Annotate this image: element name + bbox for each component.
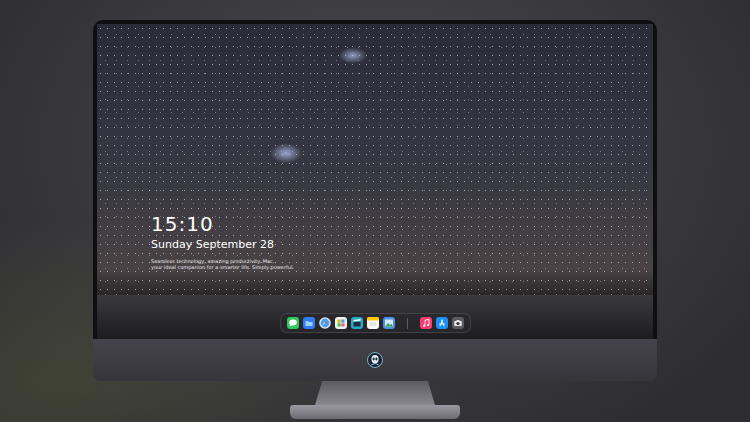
dock-separator xyxy=(407,318,408,329)
monitor-chin xyxy=(93,339,657,381)
tagline: Seamless technology, amazing productivit… xyxy=(151,258,653,270)
monitor: 15:10 Sunday September 28 Seamless technol… xyxy=(93,20,657,381)
safari-icon[interactable] xyxy=(319,317,331,329)
files-icon[interactable] xyxy=(303,317,315,329)
screen: 15:10 Sunday September 28 Seamless technol… xyxy=(97,24,653,339)
clock-time: 15:10 xyxy=(151,212,653,236)
messages-icon[interactable] xyxy=(287,317,299,329)
monitor-bezel: 15:10 Sunday September 28 Seamless technol… xyxy=(93,20,657,339)
tagline-line: Seamless technology, amazing productivit… xyxy=(151,258,653,264)
tagline-line: your ideal companion for a smarter life.… xyxy=(151,264,653,270)
music-icon[interactable] xyxy=(420,317,432,329)
dock xyxy=(280,313,471,333)
clock-date: Sunday September 28 xyxy=(151,238,653,252)
monitor-stand-base xyxy=(290,405,460,419)
camera-icon[interactable] xyxy=(452,317,464,329)
preview-icon[interactable] xyxy=(383,317,395,329)
photos-icon[interactable] xyxy=(335,317,347,329)
monitor-stand-neck xyxy=(315,381,435,405)
notes-icon[interactable] xyxy=(367,317,379,329)
brand-logo-icon xyxy=(367,352,383,368)
clips-icon[interactable] xyxy=(351,317,363,329)
desktop-mockup: 15:10 Sunday September 28 Seamless technol… xyxy=(0,0,750,422)
appstore-icon[interactable] xyxy=(436,317,448,329)
lock-clock: 15:10 Sunday September 28 Seamless technol… xyxy=(151,212,653,270)
